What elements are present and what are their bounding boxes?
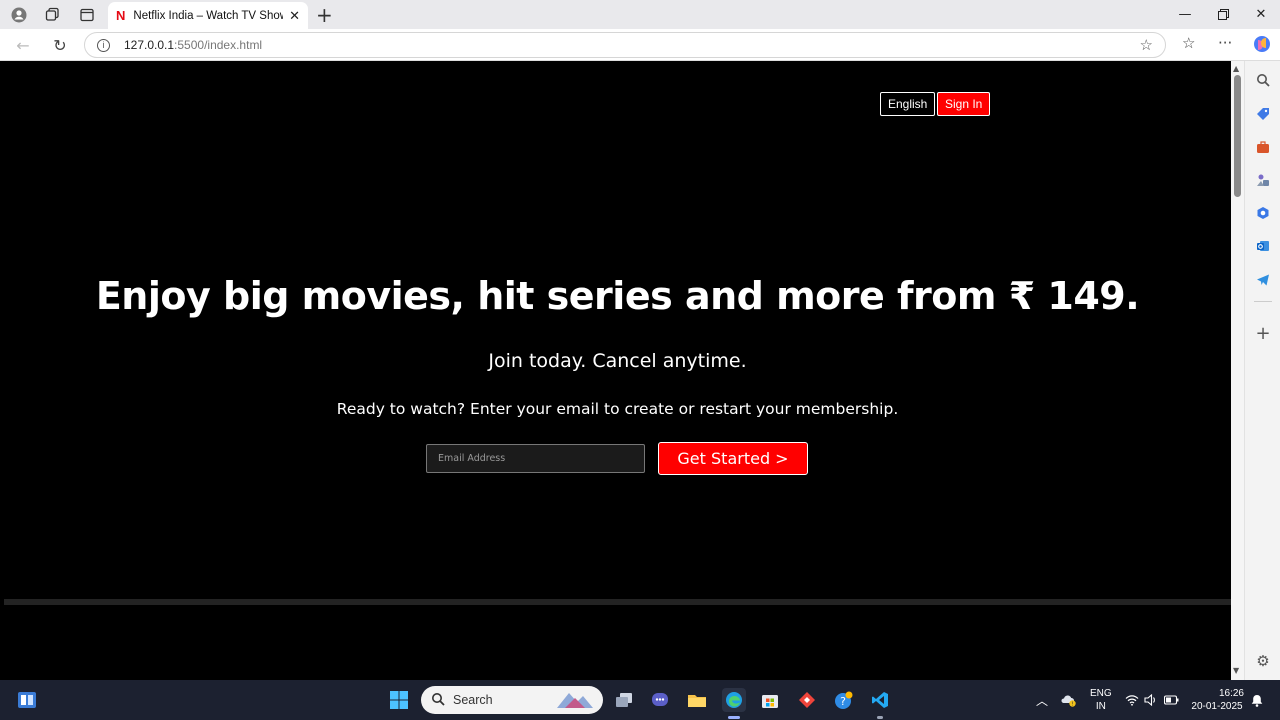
taskbar-search-placeholder: Search <box>453 693 493 707</box>
onedrive-warning-icon[interactable]: ! <box>1061 680 1077 720</box>
tab-close-icon[interactable]: ✕ <box>289 8 300 24</box>
outlook-icon[interactable] <box>1254 237 1272 255</box>
clock-time: 16:26 <box>1218 688 1244 699</box>
microsoft-365-icon[interactable] <box>1254 204 1272 222</box>
task-view-icon[interactable] <box>612 688 636 712</box>
browser-tabbar: N Netflix India – Watch TV Shows O ✕ + —… <box>0 0 1280 29</box>
window-close-icon[interactable]: ✕ <box>1242 0 1280 29</box>
language-indicator[interactable]: ENG IN <box>1090 680 1112 720</box>
more-menu-icon[interactable]: ··· <box>1218 34 1232 52</box>
notification-bell-icon[interactable] <box>1251 680 1263 720</box>
scroll-up-arrow-icon[interactable]: ▲ <box>1233 64 1239 73</box>
search-highlight-icon <box>555 690 595 713</box>
windows-taskbar: Search ? ︿ ! ENG IN 16:26 20-01-2025 <box>0 680 1280 720</box>
hero-subheadline: Join today. Cancel anytime. <box>488 350 747 372</box>
hero-headline: Enjoy big movies, hit series and more fr… <box>95 274 1140 318</box>
shopping-tag-icon[interactable] <box>1254 105 1272 123</box>
url-input[interactable]: i 127.0.0.1:5500/index.html ☆ <box>84 32 1166 58</box>
tray-chevron-icon[interactable]: ︿ <box>1036 680 1048 720</box>
scroll-down-arrow-icon[interactable]: ▼ <box>1233 666 1239 675</box>
sign-in-button[interactable]: Sign In <box>937 92 991 116</box>
address-bar-row: ← ↻ i 127.0.0.1:5500/index.html ☆ ☆ ··· <box>0 29 1280 61</box>
svg-text:!: ! <box>1071 702 1073 707</box>
sidebar-settings-gear-icon[interactable]: ⚙ <box>1254 652 1272 670</box>
help-app-icon[interactable]: ? <box>832 688 856 712</box>
teams-chat-icon[interactable] <box>648 688 672 712</box>
favorites-icon[interactable]: ☆ <box>1182 34 1195 52</box>
scrollbar-thumb[interactable] <box>1234 75 1241 197</box>
restore-icon[interactable] <box>1204 0 1242 29</box>
language-code: ENG <box>1090 688 1112 699</box>
netflix-page: English Sign In Enjoy big movies, hit se… <box>4 62 1231 678</box>
file-explorer-icon[interactable] <box>685 688 709 712</box>
edge-sidebar: + ⚙ <box>1244 61 1280 680</box>
wifi-icon[interactable] <box>1125 680 1139 720</box>
clock-date: 20-01-2025 <box>1191 701 1243 712</box>
email-input[interactable] <box>426 444 645 473</box>
search-magnifier-icon <box>431 692 445 709</box>
widgets-icon[interactable] <box>15 688 39 712</box>
region-code: IN <box>1095 701 1106 712</box>
browser-tab-netflix[interactable]: N Netflix India – Watch TV Shows O ✕ <box>108 2 308 29</box>
site-info-icon[interactable]: i <box>97 38 110 52</box>
taskbar-search-box[interactable]: Search <box>421 686 603 714</box>
minimize-icon[interactable]: — <box>1166 0 1204 29</box>
profile-icon[interactable] <box>2 0 36 29</box>
membership-prompt: Ready to watch? Enter your email to crea… <box>336 400 899 418</box>
clock[interactable]: 16:26 20-01-2025 <box>1190 680 1244 720</box>
sidebar-divider <box>1254 301 1272 302</box>
url-path: :5500/index.html <box>174 38 263 52</box>
anydesk-icon[interactable] <box>795 688 819 712</box>
svg-text:?: ? <box>840 695 846 708</box>
search-icon[interactable] <box>1254 71 1272 89</box>
volume-icon[interactable] <box>1144 680 1158 720</box>
get-started-button[interactable]: Get Started > <box>658 442 808 475</box>
telegram-send-icon[interactable] <box>1254 271 1272 289</box>
vscode-icon[interactable] <box>868 688 892 712</box>
url-host: 127.0.0.1 <box>124 38 175 52</box>
favorite-star-icon[interactable]: ☆ <box>1140 36 1153 54</box>
start-windows-icon[interactable] <box>387 688 411 712</box>
netflix-favicon-icon: N <box>116 8 126 23</box>
back-arrow-icon[interactable]: ← <box>10 33 36 57</box>
section-divider <box>4 599 1231 605</box>
add-sidebar-app-plus-icon[interactable]: + <box>1254 323 1272 344</box>
edge-browser-icon[interactable] <box>722 688 746 712</box>
tools-briefcase-icon[interactable] <box>1254 138 1272 156</box>
battery-icon[interactable] <box>1164 680 1179 720</box>
vscode-running-indicator <box>877 716 883 719</box>
games-icon[interactable] <box>1254 171 1272 189</box>
page-scrollbar[interactable]: ▲ ▼ <box>1231 61 1244 680</box>
microsoft-store-icon[interactable] <box>758 688 782 712</box>
reload-icon[interactable]: ↻ <box>47 33 73 57</box>
language-button[interactable]: English <box>880 92 936 116</box>
new-tab-plus-icon[interactable]: + <box>316 3 333 27</box>
tab-title: Netflix India – Watch TV Shows O <box>133 9 283 22</box>
copilot-icon[interactable] <box>1253 35 1271 57</box>
edge-running-indicator <box>728 716 740 719</box>
workspaces-icon[interactable] <box>35 0 69 29</box>
tab-actions-icon[interactable] <box>70 0 104 29</box>
